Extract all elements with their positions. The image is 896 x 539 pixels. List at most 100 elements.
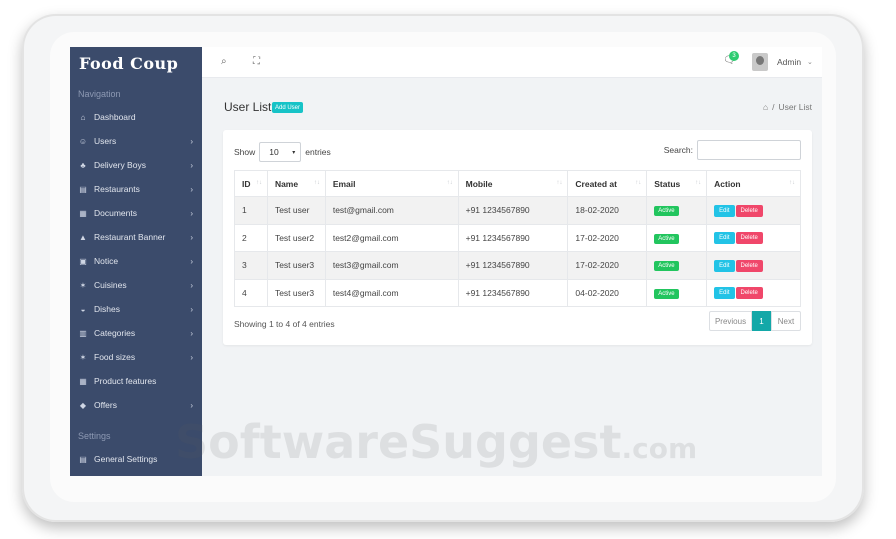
cell-name: Test user3 [266, 278, 326, 307]
delete-button[interactable]: Delete [735, 232, 763, 245]
edit-button[interactable]: Edit [714, 259, 735, 272]
cell-email: test@gmail.com [324, 196, 459, 225]
sidebar-item-documents[interactable]: ▦ Documents › [70, 201, 202, 225]
sidebar-item-label: Dishes [94, 304, 120, 314]
column-header-mobile[interactable]: Mobile ↑↓ [457, 170, 569, 197]
cell-created: 04-02-2020 [567, 278, 648, 307]
cuisine-icon: ✶ [79, 280, 87, 290]
watermark-main: SoftwareSuggest [175, 415, 622, 469]
notice-icon: ▣ [79, 256, 87, 266]
page-1-button[interactable]: 1 [752, 311, 771, 331]
sidebar-item-dishes[interactable]: ◒ Dishes › [70, 297, 202, 321]
breadcrumb-current: User List [778, 102, 812, 112]
next-button[interactable]: Next [771, 311, 801, 331]
cell-name: Test user3 [266, 251, 326, 280]
delivery-icon: ♣ [80, 160, 86, 170]
column-header-label: Status [654, 178, 681, 189]
cell-email: test3@gmail.com [324, 251, 459, 280]
cell-name: Test user2 [266, 223, 326, 252]
add-user-button[interactable]: Add User [272, 102, 304, 113]
sidebar-item-cuisines[interactable]: ✶ Cuisines › [70, 273, 202, 297]
cell-mobile: +91 1234567890 [457, 278, 569, 307]
sidebar-item-label: Cuisines [94, 280, 127, 290]
column-header-label: ID [242, 178, 251, 189]
sidebar-item-users[interactable]: ☺ Users › [70, 129, 202, 153]
home-icon: ⌂ [80, 112, 86, 122]
app-logo[interactable]: Food Coup [70, 47, 202, 79]
chevron-right-icon: › [190, 400, 193, 410]
entries-select[interactable]: 10 ▾ [259, 142, 302, 162]
cell-id: 1 [234, 196, 268, 225]
column-header-label: Mobile [465, 178, 493, 189]
sidebar-item-restaurants[interactable]: ▤ Restaurants › [70, 177, 202, 201]
cell-created: 17-02-2020 [567, 251, 648, 280]
watermark: SoftwareSuggest.com [175, 415, 697, 469]
cell-action: Edit Delete [706, 223, 801, 252]
cell-name: Test user [266, 196, 326, 225]
cell-created: 17-02-2020 [567, 223, 648, 252]
column-header-label: Email [332, 178, 356, 189]
column-header-name[interactable]: Name ↑↓ [266, 170, 326, 197]
fullscreen-icon[interactable]: ⛶ [253, 56, 260, 67]
delete-button[interactable]: Delete [735, 204, 763, 217]
cell-action: Edit Delete [706, 251, 801, 280]
breadcrumb-separator: / [772, 102, 775, 112]
status-badge[interactable]: Active [654, 288, 679, 299]
table-row: 4 Test user3 test4@gmail.com +91 1234567890… [234, 278, 801, 307]
sidebar-item-offers[interactable]: ◆ Offers › [70, 393, 202, 417]
search-input[interactable] [697, 140, 801, 160]
column-header-label: Name [274, 178, 299, 189]
cell-status: Active [646, 223, 708, 252]
sidebar-item-label: Notice [94, 256, 119, 266]
avatar[interactable] [752, 53, 768, 71]
sidebar-item-label: Categories [94, 328, 136, 338]
chevron-right-icon: › [190, 352, 193, 362]
user-icon: ☺ [78, 136, 88, 146]
column-header-action[interactable]: Action ↑↓ [706, 170, 801, 197]
sidebar-item-dashboard[interactable]: ⌂ Dashboard [70, 105, 202, 129]
sidebar-item-categories[interactable]: ▥ Categories › [70, 321, 202, 345]
settings-icon: ▤ [79, 454, 87, 464]
users-table: ID ↑↓ Name ↑↓ Email ↑↓ Mobile ↑↓ Created at ↑↓ Sta… [234, 170, 801, 307]
chevron-down-icon[interactable]: ⌄ [807, 58, 813, 66]
entries-control: Show 10 ▾ entries [234, 142, 331, 162]
search-icon[interactable]: ⌕ [221, 56, 227, 67]
table-row: 1 Test user test@gmail.com +91 1234567890 18… [234, 196, 801, 225]
edit-button[interactable]: Edit [714, 287, 735, 300]
sidebar-item-notice[interactable]: ▣ Notice › [70, 249, 202, 273]
column-header-email[interactable]: Email ↑↓ [324, 170, 459, 197]
sidebar: Food Coup Navigation ⌂ Dashboard ☺ Users › ♣ D… [70, 47, 202, 476]
status-badge[interactable]: Active [654, 206, 679, 217]
cell-mobile: +91 1234567890 [457, 196, 569, 225]
user-name[interactable]: Admin [777, 57, 801, 67]
sidebar-item-product-features[interactable]: ▦ Product features [70, 369, 202, 393]
column-header-status[interactable]: Status ↑↓ [646, 170, 708, 197]
edit-button[interactable]: Edit [714, 204, 735, 217]
sidebar-item-label: Documents [94, 208, 137, 218]
delete-button[interactable]: Delete [735, 287, 763, 300]
edit-button[interactable]: Edit [714, 232, 735, 245]
entries-value: 10 [269, 147, 279, 157]
entries-label: entries [305, 147, 331, 157]
chevron-right-icon: › [190, 136, 193, 146]
status-badge[interactable]: Active [654, 261, 679, 272]
home-icon[interactable]: ⌂ [763, 102, 768, 112]
status-badge[interactable]: Active [654, 233, 679, 244]
chevron-right-icon: › [190, 160, 193, 170]
search-label: Search: [663, 145, 693, 155]
column-header-created-at[interactable]: Created at ↑↓ [567, 170, 648, 197]
table-row: 3 Test user3 test3@gmail.com +91 1234567890… [234, 251, 801, 280]
sidebar-item-delivery-boys[interactable]: ♣ Delivery Boys › [70, 153, 202, 177]
show-label: Show [234, 147, 256, 157]
chevron-right-icon: › [190, 328, 193, 338]
sort-icon: ↑↓ [789, 180, 795, 186]
sidebar-item-restaurant-banner[interactable]: ▲ Restaurant Banner › [70, 225, 202, 249]
sort-icon: ↑↓ [695, 180, 702, 186]
sidebar-item-food-sizes[interactable]: ✶ Food sizes › [70, 345, 202, 369]
delete-button[interactable]: Delete [735, 259, 763, 272]
store-icon: ▤ [79, 184, 87, 194]
previous-button[interactable]: Previous [709, 311, 752, 331]
column-header-id[interactable]: ID ↑↓ [234, 170, 268, 197]
sidebar-item-label: Product features [94, 376, 157, 386]
cell-id: 4 [234, 278, 268, 307]
